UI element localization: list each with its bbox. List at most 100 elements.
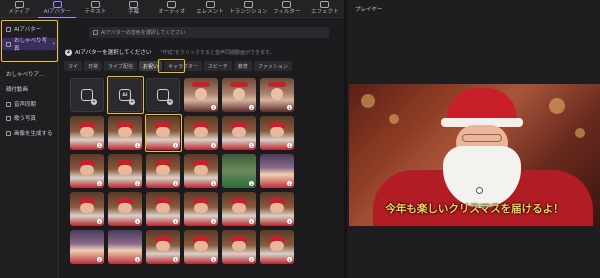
tab-celebration[interactable]: お祝い (139, 61, 163, 71)
avatar-thumb[interactable]: ↓ (70, 154, 104, 188)
sidebar-item-face-video[interactable]: 顔付動画 (2, 83, 57, 95)
download-icon[interactable]: ↓ (287, 181, 292, 186)
avatar-thumb[interactable]: ↓ (108, 116, 142, 150)
video-preview[interactable]: 今年も楽しいクリスマスを届けるよ！ (349, 84, 600, 226)
tool-subtitle[interactable]: 字幕 (115, 0, 153, 18)
avatar-thumb[interactable]: ↓ (108, 230, 142, 264)
tool-text-label: テキスト (84, 9, 107, 15)
download-icon[interactable]: ↓ (211, 143, 216, 148)
tool-transition[interactable]: トランジション (229, 0, 268, 18)
download-icon[interactable]: ↓ (97, 219, 102, 224)
step-number: 2 (65, 48, 72, 56)
background-light (575, 128, 585, 138)
avatar-thumb[interactable]: ↓ (184, 116, 218, 150)
element-icon (205, 1, 215, 8)
download-icon[interactable]: ↓ (249, 143, 254, 148)
download-icon[interactable]: ↓ (135, 181, 140, 186)
avatar-thumb[interactable]: ↓ (222, 116, 256, 150)
image-icon (6, 130, 11, 136)
upload-photo-cell[interactable] (70, 78, 104, 112)
avatar-thumb[interactable]: ↓ (184, 78, 218, 112)
background-light (549, 98, 565, 114)
avatar-thumb[interactable]: ↓ (184, 230, 218, 264)
voice-notice-bar[interactable]: AIアバターの音色を選択してください (89, 27, 329, 38)
tab-live[interactable]: ライブ配信 (104, 61, 138, 71)
tool-media[interactable]: メディア (0, 0, 38, 18)
avatar-thumb[interactable]: ↓ (222, 192, 256, 226)
download-icon[interactable]: ↓ (211, 181, 216, 186)
tool-element[interactable]: エレメント (191, 0, 229, 18)
avatar-thumb[interactable]: ↓ (184, 192, 218, 226)
download-icon[interactable]: ↓ (135, 257, 140, 262)
download-icon[interactable]: ↓ (173, 219, 178, 224)
tool-filter[interactable]: フィルター (268, 0, 306, 18)
tool-audio[interactable]: オーディオ (153, 0, 191, 18)
sidebar-item-label: 顔付動画 (6, 87, 29, 93)
download-icon[interactable]: ↓ (249, 181, 254, 186)
download-icon[interactable]: ↓ (97, 143, 102, 148)
avatar-thumb[interactable]: ↓ (260, 154, 294, 188)
download-icon[interactable]: ↓ (97, 257, 102, 262)
download-icon[interactable]: ↓ (135, 219, 140, 224)
download-icon[interactable]: ↓ (135, 143, 140, 148)
tab-daily[interactable]: 日常 (84, 61, 103, 71)
download-icon[interactable]: ↓ (287, 143, 292, 148)
download-icon[interactable]: ↓ (249, 105, 254, 110)
sidebar-item-singing-photo[interactable]: 歌う写真 (2, 112, 57, 124)
audio-sync-icon (6, 101, 11, 107)
sidebar-item-talking-avatar[interactable]: おしゃべりア... (2, 68, 57, 80)
download-icon[interactable]: ↓ (211, 219, 216, 224)
avatar-thumb-selected[interactable]: ↓ (146, 116, 180, 150)
avatar-thumb[interactable]: ↓ (146, 230, 180, 264)
download-icon[interactable]: ↓ (173, 181, 178, 186)
download-icon[interactable]: ↓ (211, 105, 216, 110)
avatar-thumb[interactable]: ↓ (108, 154, 142, 188)
avatar-thumb[interactable]: ↓ (260, 230, 294, 264)
avatar-thumb[interactable]: ↓ (260, 116, 294, 150)
tool-text[interactable]: テキスト (76, 0, 114, 18)
playhead-handle[interactable] (476, 187, 483, 194)
tab-character[interactable]: キャラクター (164, 61, 202, 71)
avatar-thumb[interactable]: ↓ (146, 154, 180, 188)
avatar-thumb[interactable]: ↓ (184, 154, 218, 188)
avatar-thumb[interactable]: ↓ (146, 192, 180, 226)
tab-education[interactable]: 教育 (233, 61, 252, 71)
video-avatar-cell[interactable] (146, 78, 180, 112)
tab-speech[interactable]: スピーチ (203, 61, 232, 71)
avatar-thumb[interactable]: ↓ (260, 78, 294, 112)
sidebar-item-talking-photo[interactable]: おしゃべり写真 ▾ (2, 38, 57, 52)
avatar-thumb[interactable]: ↓ (70, 192, 104, 226)
tab-mine[interactable]: マイ (64, 61, 83, 71)
download-icon[interactable]: ↓ (173, 257, 178, 262)
sidebar-item-lip-sync[interactable]: 音声同期 (2, 98, 57, 110)
download-icon[interactable]: ↓ (249, 219, 254, 224)
photo-icon (6, 41, 11, 47)
sidebar-item-ai-avatar[interactable]: AIアバター (2, 23, 57, 35)
ai-avatar-icon (52, 1, 62, 8)
tool-effect[interactable]: エフェクト (306, 0, 344, 18)
download-icon[interactable]: ↓ (211, 257, 216, 262)
download-icon[interactable]: ↓ (287, 257, 292, 262)
tool-media-label: メディア (8, 9, 30, 15)
tab-fashion[interactable]: ファッション (253, 61, 292, 71)
avatar-thumb[interactable]: ↓ (222, 154, 256, 188)
voice-icon (93, 30, 98, 35)
download-icon[interactable]: ↓ (249, 257, 254, 262)
avatar-thumb[interactable]: ↓ (222, 78, 256, 112)
avatar-thumb[interactable]: ↓ (70, 230, 104, 264)
download-icon[interactable]: ↓ (287, 105, 292, 110)
download-icon[interactable]: ↓ (287, 219, 292, 224)
subtitle-icon (129, 1, 139, 8)
sidebar-item-label: おしゃべり写真 (14, 38, 48, 52)
avatar-thumb[interactable]: ↓ (222, 230, 256, 264)
tool-ai-avatar[interactable]: AIアバター (38, 0, 77, 18)
download-icon[interactable]: ↓ (173, 143, 178, 148)
sidebar-item-generate-image[interactable]: 画像を生成する (2, 127, 57, 139)
avatar-thumb[interactable]: ↓ (70, 116, 104, 150)
avatar-thumb[interactable]: ↓ (260, 192, 294, 226)
tool-element-label: エレメント (196, 9, 224, 15)
download-icon[interactable]: ↓ (97, 181, 102, 186)
ai-generate-cell[interactable]: AI (108, 78, 142, 112)
avatar-thumb[interactable]: ↓ (108, 192, 142, 226)
video-subtitle[interactable]: 今年も楽しいクリスマスを届けるよ！ (349, 201, 600, 216)
